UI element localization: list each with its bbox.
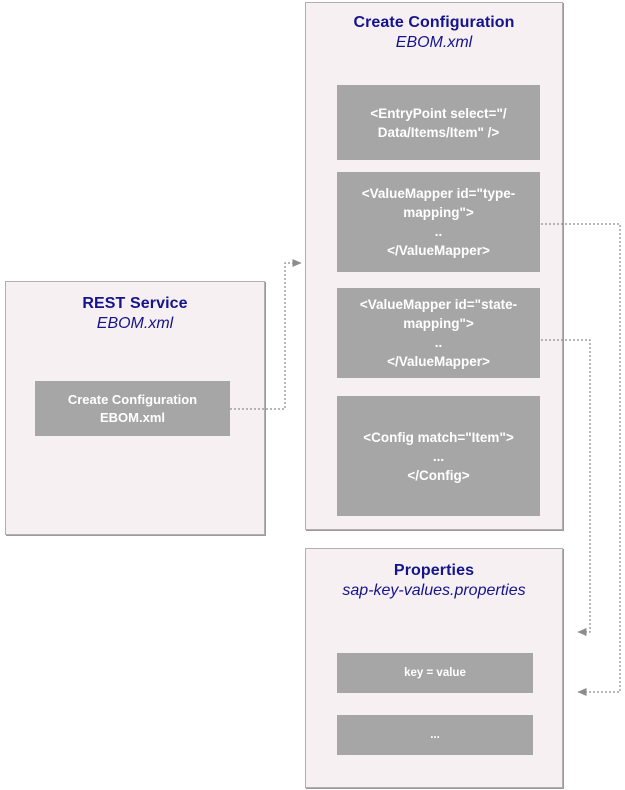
properties-title: Properties (393, 562, 475, 579)
key-value-block[interactable]: key = value (337, 653, 533, 693)
properties-ellipsis-text: ... (430, 728, 440, 741)
state-mapping-line-3: .. (434, 335, 443, 350)
create-configuration-title: Create Configuration (353, 14, 515, 31)
type-mapping-line-1: <ValueMapper id="type- (361, 186, 516, 201)
rest-service-subtitle: EBOM.xml (96, 315, 174, 332)
call-block-line-2: EBOM.xml (99, 409, 165, 425)
create-configuration-subtitle: EBOM.xml (395, 34, 473, 51)
config-line-3: </Config> (407, 467, 470, 483)
state-mapping-block[interactable]: <ValueMapper id="state- mapping"> .. </V… (337, 288, 540, 378)
call-block-line-1: Create Configuration (67, 391, 198, 407)
entrypoint-line-1: <EntryPoint select="/ (370, 105, 507, 121)
rest-service-title: REST Service (82, 295, 188, 312)
config-block[interactable]: <Config match="Item"> ... </Config> (337, 396, 540, 516)
state-mapping-line-4: </ValueMapper> (387, 354, 490, 369)
config-line-1: <Config match="Item"> (363, 429, 514, 445)
properties-ellipsis-block[interactable]: ... (337, 715, 533, 755)
state-mapping-line-2: mapping"> (403, 316, 474, 331)
type-mapping-block[interactable]: <ValueMapper id="type- mapping"> .. </Va… (337, 172, 540, 272)
entrypoint-block[interactable]: <EntryPoint select="/ Data/Items/Item" /… (337, 85, 540, 160)
entrypoint-line-2: Data/Items/Item" /> (377, 124, 500, 140)
key-value-text: key = value (404, 666, 466, 679)
properties-subtitle: sap-key-values.properties (342, 582, 526, 599)
type-mapping-line-3: .. (434, 224, 443, 239)
type-mapping-line-2: mapping"> (403, 205, 474, 220)
state-mapping-line-1: <ValueMapper id="state- (359, 297, 518, 312)
create-configuration-call-block[interactable]: Create Configuration EBOM.xml (35, 381, 230, 436)
config-line-2: ... (432, 448, 445, 464)
type-mapping-line-4: </ValueMapper> (387, 243, 490, 258)
